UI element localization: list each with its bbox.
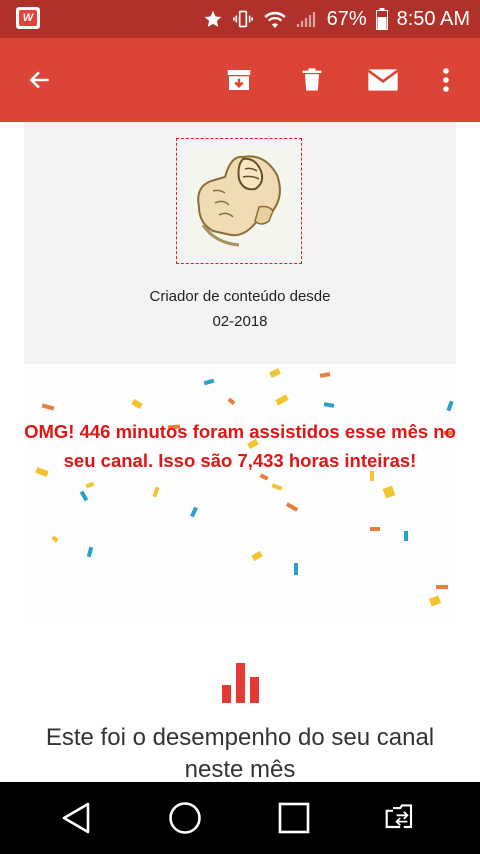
app-bar (0, 38, 480, 122)
confetti-decoration (35, 368, 454, 607)
bar-chart-icon (222, 663, 259, 703)
battery-percentage: 67% (326, 7, 367, 30)
switch-camera-icon (385, 804, 413, 829)
more-vert-icon (443, 68, 449, 92)
archive-icon (227, 70, 251, 90)
nav-home-button[interactable] (167, 800, 203, 836)
app-notification-letter: W (19, 10, 37, 26)
creator-card: Criador de conteúdo desde 02-2018 (24, 122, 456, 364)
mark-unread-button[interactable] (363, 60, 403, 100)
avatar-frame (176, 138, 302, 264)
pointing-finger-image (185, 147, 293, 255)
status-bar: W 67% 8:50 AM (0, 0, 480, 38)
performance-heading: Este foi o desempenho do seu canal neste… (45, 724, 435, 782)
home-circle-icon (169, 802, 201, 834)
clock: 8:50 AM (396, 7, 470, 30)
celebration-banner: OMG! 446 minutos foram assistidos esse m… (24, 365, 456, 618)
arrow-back-icon (29, 71, 49, 89)
signal-icon (296, 12, 315, 27)
back-triangle-icon (62, 802, 90, 834)
vibrate-icon (232, 10, 253, 28)
celebration-message: OMG! 446 minutos foram assistidos esse m… (24, 421, 456, 471)
navigation-bar (0, 782, 480, 854)
nav-recents-button[interactable] (276, 800, 312, 836)
archive-button[interactable] (219, 60, 259, 100)
creator-since-date: 02-2018 (212, 313, 268, 330)
nav-switch-button[interactable] (384, 800, 420, 836)
delete-icon (302, 68, 322, 91)
email-content[interactable]: Criador de conteúdo desde 02-2018 OMG! 4… (0, 122, 480, 782)
app-notification-icon: W (16, 7, 40, 29)
recents-square-icon (278, 802, 310, 834)
more-options-button[interactable] (426, 60, 466, 100)
mail-icon (367, 69, 399, 91)
battery-icon (375, 8, 388, 30)
wifi-icon (263, 11, 286, 28)
back-button[interactable] (20, 60, 60, 100)
star-icon (204, 10, 221, 27)
delete-button[interactable] (292, 60, 332, 100)
creator-since-label: Criador de conteúdo desde (149, 288, 331, 305)
nav-back-button[interactable] (58, 800, 94, 836)
